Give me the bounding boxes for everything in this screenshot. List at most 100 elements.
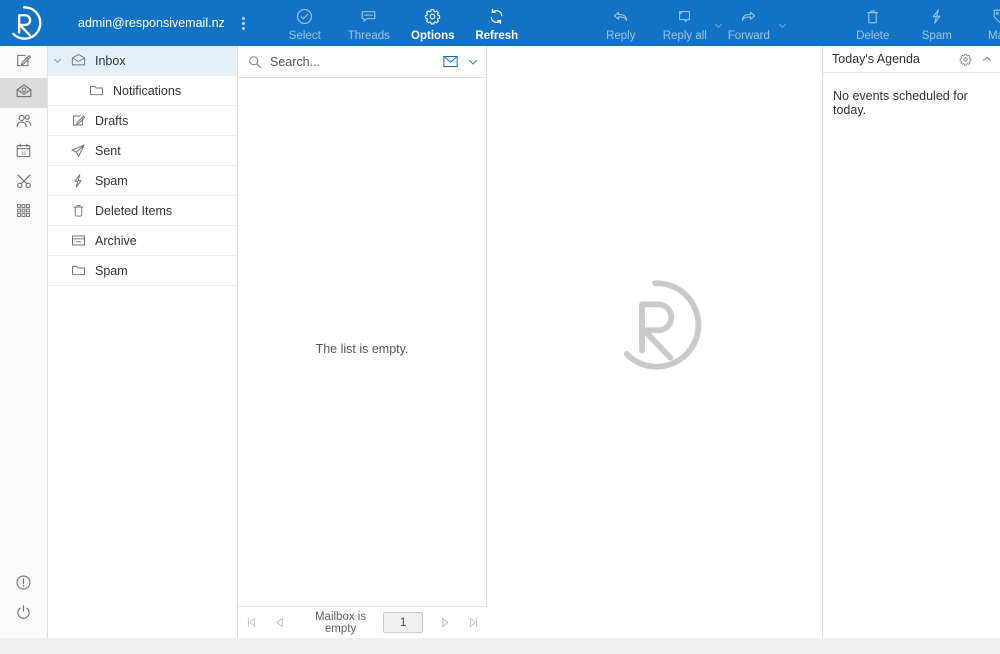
toolbar-label: Reply bbox=[606, 30, 636, 42]
folder-label: Sent bbox=[95, 143, 121, 158]
contacts-icon bbox=[15, 112, 33, 135]
first-page-icon[interactable] bbox=[238, 616, 266, 629]
search-icon bbox=[248, 55, 262, 69]
toolbar-label: Reply all bbox=[662, 30, 707, 42]
folder-item-inbox[interactable]: Inbox bbox=[48, 46, 237, 76]
folder-item-notifications[interactable]: Notifications bbox=[48, 76, 237, 106]
toolbar-button-reply[interactable]: Reply bbox=[589, 3, 653, 43]
gear-icon bbox=[424, 6, 441, 26]
calendar-icon: 15 bbox=[15, 142, 32, 164]
toolbar-button-delete[interactable]: Delete bbox=[841, 3, 905, 43]
chevron-down-icon[interactable] bbox=[462, 57, 478, 67]
toolbar-button-spam[interactable]: Spam bbox=[905, 3, 969, 43]
empty-list-message: The list is empty. bbox=[315, 342, 409, 356]
trash-icon bbox=[864, 6, 881, 26]
folder-item-spam-junk[interactable]: Spam bbox=[48, 166, 237, 196]
toolbar-label: Delete bbox=[856, 30, 890, 42]
top-bar: admin@responsivemail.nz Select Threads O… bbox=[0, 0, 1000, 46]
compose-icon bbox=[15, 52, 32, 74]
toolbar-label: Mark bbox=[988, 30, 1000, 42]
rail-item-calendar[interactable]: 15 bbox=[0, 138, 47, 168]
chevron-down-icon[interactable] bbox=[48, 56, 66, 65]
r-circle-logo-icon bbox=[12, 6, 42, 40]
bottom-strip bbox=[0, 638, 1000, 654]
message-list-column: The list is empty. Mailbox is empty 1 bbox=[238, 46, 487, 638]
rail-item-logout[interactable] bbox=[0, 600, 47, 630]
toolbar-button-options[interactable]: Options bbox=[401, 3, 465, 43]
toolbar-button-forward[interactable]: Forward bbox=[717, 3, 786, 43]
pagination-bar: Mailbox is empty 1 bbox=[238, 606, 487, 638]
folder-icon bbox=[66, 263, 90, 278]
toolbar-label: Forward bbox=[727, 30, 770, 42]
page-number-input[interactable]: 1 bbox=[383, 612, 424, 633]
folder-icon bbox=[84, 83, 108, 98]
folder-label: Inbox bbox=[95, 53, 126, 68]
next-page-icon[interactable] bbox=[431, 616, 459, 629]
refresh-icon bbox=[488, 6, 505, 26]
toolbar-label: Threads bbox=[347, 30, 390, 42]
toolbar-label: Select bbox=[288, 30, 321, 42]
tag-icon bbox=[992, 6, 1000, 26]
search-bar bbox=[238, 46, 486, 78]
check-circle-icon bbox=[296, 6, 313, 26]
account-email: admin@responsivemail.nz bbox=[78, 16, 225, 30]
r-circle-logo-icon bbox=[607, 277, 703, 378]
folder-label: Drafts bbox=[95, 113, 129, 128]
app-logo[interactable] bbox=[0, 0, 48, 46]
kebab-menu-icon[interactable] bbox=[237, 12, 251, 34]
bolt-icon bbox=[928, 6, 945, 26]
toolbar-button-select[interactable]: Select bbox=[273, 3, 337, 43]
search-input[interactable] bbox=[262, 53, 439, 70]
inbox-icon bbox=[66, 53, 90, 68]
message-view-panel bbox=[487, 46, 823, 638]
threads-icon bbox=[360, 6, 377, 26]
folder-item-spam-folder[interactable]: Spam bbox=[48, 256, 237, 286]
pagination-status: Mailbox is empty bbox=[314, 610, 367, 635]
account-area: admin@responsivemail.nz bbox=[48, 0, 251, 46]
info-icon bbox=[15, 574, 32, 596]
agenda-panel: Today's Agenda No events scheduled for t… bbox=[823, 46, 1000, 638]
bolt-icon bbox=[66, 173, 90, 189]
left-rail: 15 bbox=[0, 46, 48, 638]
rail-bottom-group bbox=[0, 570, 47, 630]
folder-label: Notifications bbox=[113, 83, 182, 98]
rail-item-apps[interactable] bbox=[0, 198, 47, 228]
folder-label: Spam bbox=[95, 263, 128, 278]
rail-item-about[interactable] bbox=[0, 570, 47, 600]
chevron-up-icon[interactable] bbox=[976, 54, 992, 64]
rail-item-contacts[interactable] bbox=[0, 108, 47, 138]
main-toolbar: Select Threads Options Refresh Reply Rep… bbox=[251, 0, 1000, 46]
agenda-header: Today's Agenda bbox=[823, 46, 1000, 73]
sent-icon bbox=[66, 143, 90, 159]
folder-item-deleted-items[interactable]: Deleted Items bbox=[48, 196, 237, 226]
toolbar-group-message-actions: Reply Reply all Forward Delete Spam M bbox=[589, 3, 1000, 43]
toolbar-button-threads[interactable]: Threads bbox=[337, 3, 401, 43]
agenda-title: Today's Agenda bbox=[832, 52, 920, 66]
trash-icon bbox=[66, 203, 90, 218]
last-page-icon[interactable] bbox=[459, 616, 487, 629]
prev-page-icon[interactable] bbox=[266, 616, 294, 629]
reply-all-icon bbox=[676, 6, 693, 26]
toolbar-button-mark[interactable]: Mark bbox=[969, 3, 1000, 43]
mail-icon bbox=[15, 82, 33, 105]
rail-item-compose[interactable] bbox=[0, 48, 47, 78]
message-list-body[interactable]: The list is empty. bbox=[238, 78, 486, 606]
svg-text:15: 15 bbox=[21, 151, 27, 156]
folder-item-sent[interactable]: Sent bbox=[48, 136, 237, 166]
toolbar-button-reply-all[interactable]: Reply all bbox=[653, 3, 722, 43]
folder-item-drafts[interactable]: Drafts bbox=[48, 106, 237, 136]
grid-icon bbox=[15, 202, 32, 224]
forward-icon bbox=[740, 6, 757, 26]
chevron-down-icon[interactable] bbox=[778, 17, 787, 35]
archive-icon bbox=[66, 233, 90, 248]
rail-item-mail[interactable] bbox=[0, 78, 47, 108]
folder-label: Deleted Items bbox=[95, 203, 173, 218]
toolbar-button-refresh[interactable]: Refresh bbox=[465, 3, 529, 43]
folder-item-archive[interactable]: Archive bbox=[48, 226, 237, 256]
reply-icon bbox=[612, 6, 629, 26]
gear-icon[interactable] bbox=[955, 53, 976, 66]
folder-list: Inbox Notifications Drafts Sent Spam Del… bbox=[48, 46, 238, 638]
rail-item-settings[interactable] bbox=[0, 168, 47, 198]
drafts-icon bbox=[66, 113, 90, 128]
envelope-icon[interactable] bbox=[439, 55, 462, 68]
